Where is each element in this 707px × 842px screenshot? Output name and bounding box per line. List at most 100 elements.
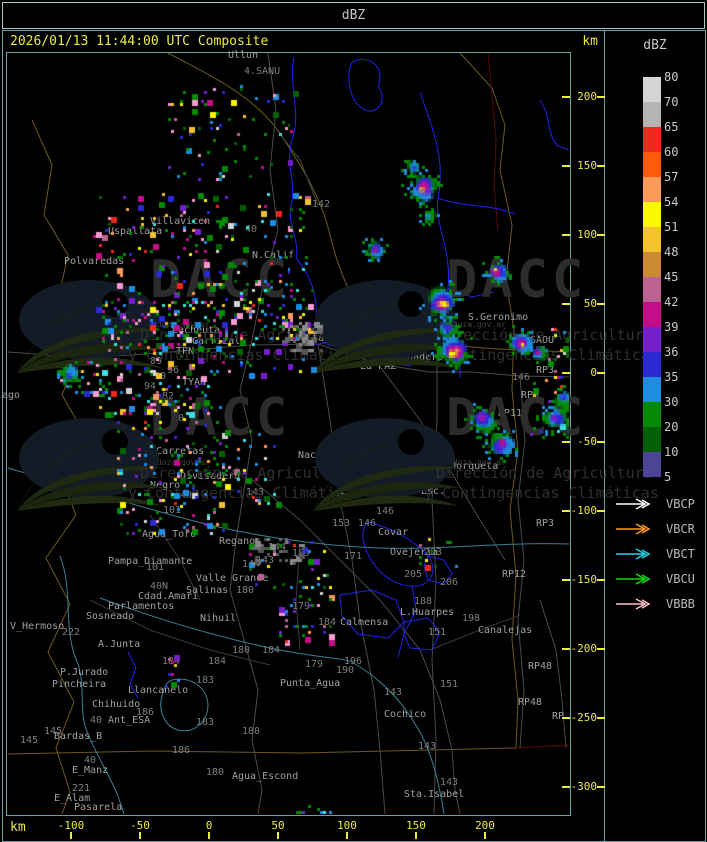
vector-arrow (614, 571, 654, 587)
vector-arrow (614, 496, 654, 512)
scale-value-label: 5 (664, 470, 672, 484)
y-axis-tick-label: -200 (570, 642, 598, 655)
y-axis-tick-label: -300 (570, 780, 598, 793)
y-axis-tick-label: 200 (577, 90, 597, 103)
x-axis-tick-label: 100 (337, 819, 357, 832)
x-axis-tick (277, 832, 279, 839)
scale-swatch (643, 77, 661, 102)
scale-value-label: 36 (664, 345, 679, 359)
x-axis-tick (70, 832, 72, 839)
x-axis-tick-label: -100 (57, 819, 85, 832)
arrow-icon (616, 523, 651, 535)
scale-swatch (643, 227, 661, 252)
scale-value-label: 70 (664, 95, 679, 109)
y-axis-tick-label: -150 (570, 573, 598, 586)
scale-value-label: 80 (664, 70, 679, 84)
y-axis-tick (562, 96, 570, 98)
scale-value-label: 30 (664, 395, 679, 409)
y-axis-tick (562, 648, 570, 650)
y-axis-tick (597, 510, 605, 512)
y-axis-tick (562, 441, 570, 443)
y-axis-tick-label: 50 (583, 297, 597, 310)
scale-value-label: 60 (664, 145, 679, 159)
vector-arrow (614, 596, 654, 612)
scale-swatch (643, 402, 661, 427)
scale-swatch (643, 452, 661, 477)
y-axis-tick (562, 717, 570, 719)
scale-swatch (643, 377, 661, 402)
x-axis-tick-label: 150 (406, 819, 426, 832)
vector-label: VBBB (666, 597, 695, 611)
vector-label: VBCU (666, 572, 695, 586)
scale-value-label: 54 (664, 195, 679, 209)
y-axis-tick (562, 303, 570, 305)
vector-arrow (614, 521, 654, 537)
y-axis-tick-label: -250 (570, 711, 598, 724)
y-axis-tick (562, 579, 570, 581)
radar-echo-canvas (6, 52, 569, 814)
scale-value-label: 48 (664, 245, 679, 259)
scale-value-label: 42 (664, 295, 679, 309)
scale-swatch (643, 102, 661, 127)
x-axis-tick (208, 832, 210, 839)
y-axis-tick-label: -100 (570, 504, 598, 517)
y-axis-tick (597, 579, 605, 581)
scale-swatch (643, 127, 661, 152)
scale-value-label: 35 (664, 370, 679, 384)
y-axis-tick (597, 96, 605, 98)
x-axis-tick (484, 832, 486, 839)
y-axis-tick (597, 372, 605, 374)
scale-swatch (643, 252, 661, 277)
vector-label: VBCT (666, 547, 695, 561)
y-axis-tick (597, 165, 605, 167)
window-title: dBZ (2, 2, 705, 29)
y-axis-tick (597, 441, 605, 443)
scale-value-label: 65 (664, 120, 679, 134)
color-scale-title: dBZ (643, 38, 667, 53)
scale-value-label: 39 (664, 320, 679, 334)
scale-swatch (643, 427, 661, 452)
timestamp-label: 2026/01/13 11:44:00 UTC Composite (10, 34, 269, 49)
y-axis-tick (562, 510, 570, 512)
arrow-icon (616, 548, 651, 560)
scale-swatch (643, 277, 661, 302)
arrow-icon (616, 573, 651, 585)
y-axis-tick-label: -50 (577, 435, 597, 448)
radar-window: dBZ 2026/01/13 11:44:00 UTC Composite km (0, 0, 707, 842)
y-axis-tick (597, 786, 605, 788)
scale-value-label: 10 (664, 445, 679, 459)
scale-swatch (643, 302, 661, 327)
km-unit-bottom-label: km (10, 820, 26, 835)
arrow-icon (616, 598, 651, 610)
scale-value-label: 57 (664, 170, 679, 184)
x-axis-tick (346, 832, 348, 839)
y-axis-tick (597, 234, 605, 236)
y-axis-tick-label: 100 (577, 228, 597, 241)
scale-swatch (643, 327, 661, 352)
y-axis-tick (562, 234, 570, 236)
scale-swatch (643, 177, 661, 202)
scale-value-label: 51 (664, 220, 679, 234)
y-axis-tick (562, 372, 570, 374)
y-axis-tick-label: 150 (577, 159, 597, 172)
vector-label: VBCP (666, 497, 695, 511)
arrow-icon (616, 498, 651, 510)
y-axis-tick (597, 717, 605, 719)
y-axis-tick (562, 165, 570, 167)
x-axis-tick (415, 832, 417, 839)
y-axis-tick (597, 303, 605, 305)
scale-swatch (643, 152, 661, 177)
scale-value-label: 45 (664, 270, 679, 284)
scale-swatch (643, 352, 661, 377)
x-axis-tick-label: -50 (130, 819, 150, 832)
vector-label: VBCR (666, 522, 695, 536)
x-axis-tick-label: 200 (475, 819, 495, 832)
vector-arrow (614, 546, 654, 562)
x-axis-tick (139, 832, 141, 839)
y-axis-tick (562, 786, 570, 788)
scale-swatch (643, 202, 661, 227)
scale-value-label: 20 (664, 420, 679, 434)
x-axis-tick-label: 0 (205, 819, 213, 832)
km-unit-top-label: km (582, 34, 598, 49)
x-axis-tick-label: 50 (271, 819, 285, 832)
